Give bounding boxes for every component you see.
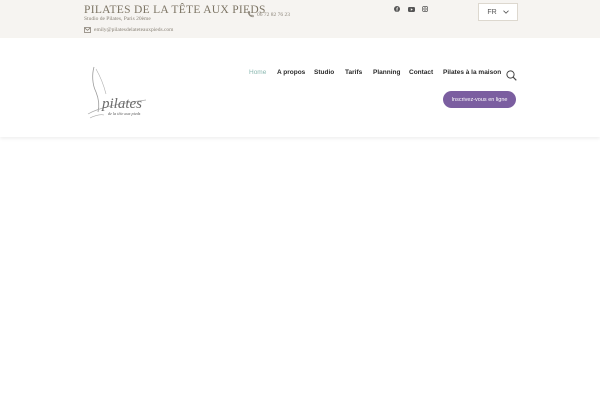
signup-button[interactable]: Inscrivez-vous en ligne: [443, 91, 516, 108]
nav-pilates-maison[interactable]: Pilates à la maison: [443, 69, 501, 76]
chevron-down-icon: [502, 10, 509, 14]
search-icon: [506, 70, 517, 81]
email-text: emily@pilatesdelateteauxpieds.com: [94, 27, 174, 33]
email-link[interactable]: emily@pilatesdelateteauxpieds.com: [84, 27, 173, 33]
nav-tarifs[interactable]: Tarifs: [345, 69, 362, 76]
nav-studio[interactable]: Studio: [314, 69, 334, 76]
nav-a-propos[interactable]: A propos: [277, 69, 305, 76]
logo-word: pilates: [101, 96, 142, 112]
site-logo[interactable]: pilates de la tête aux pieds: [86, 64, 152, 122]
language-select[interactable]: FR: [478, 3, 518, 21]
nav-home[interactable]: Home: [249, 69, 266, 76]
phone-link[interactable]: 06 72 82 76 23: [247, 11, 290, 18]
phone-icon: [247, 11, 254, 18]
site-subtitle: Studio de Pilates, Paris 20ème: [84, 16, 151, 22]
site-title[interactable]: PILATES DE LA TÊTE AUX PIEDS: [84, 4, 266, 16]
logo-tagline: de la tête aux pieds: [108, 111, 141, 116]
language-value: FR: [487, 8, 497, 16]
nav-planning[interactable]: Planning: [373, 69, 400, 76]
nav-contact[interactable]: Contact: [409, 69, 433, 76]
phone-text: 06 72 82 76 23: [257, 11, 290, 18]
youtube-icon[interactable]: [407, 5, 415, 13]
search-button[interactable]: [506, 68, 517, 81]
facebook-icon[interactable]: [393, 5, 401, 13]
envelope-icon: [84, 27, 91, 33]
social-links: [393, 5, 429, 13]
top-bar: PILATES DE LA TÊTE AUX PIEDS Studio de P…: [0, 0, 600, 38]
instagram-icon[interactable]: [421, 5, 429, 13]
